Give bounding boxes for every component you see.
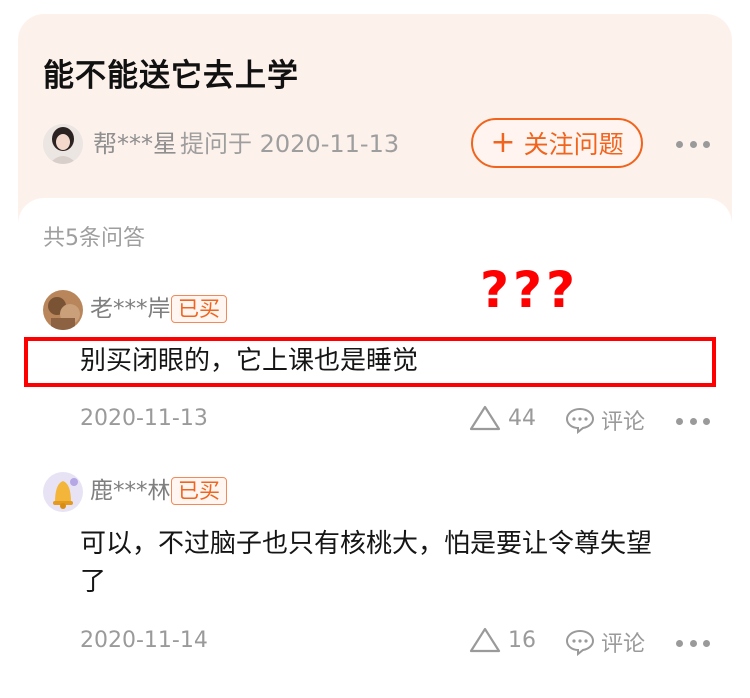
asker-avatar[interactable]: [43, 124, 83, 164]
more-dots-icon[interactable]: [676, 139, 710, 149]
like-count: 16: [508, 627, 536, 653]
answer-text-line-2: 了: [80, 567, 107, 597]
like-button[interactable]: 16: [468, 626, 536, 654]
highlight-box-annotation: [24, 337, 716, 387]
comment-button[interactable]: 评论: [565, 404, 645, 436]
answer-avatar[interactable]: [43, 472, 83, 512]
follow-question-button[interactable]: + 关注问题: [471, 118, 643, 168]
bought-badge: 已买: [171, 477, 227, 505]
triangle-like-icon: [469, 627, 501, 653]
comment-label: 评论: [601, 632, 646, 657]
answer-avatar[interactable]: [43, 290, 83, 330]
bought-badge: 已买: [171, 295, 227, 323]
more-dots-icon[interactable]: [676, 416, 710, 426]
answer-username[interactable]: 老***岸: [90, 293, 171, 325]
answer-username[interactable]: 鹿***林: [90, 475, 171, 507]
triangle-like-icon: [469, 405, 501, 431]
plus-icon: +: [490, 125, 516, 160]
answer-date: 2020-11-13: [80, 406, 208, 431]
comment-bubble-icon: [565, 407, 595, 434]
comment-label: 评论: [601, 410, 646, 435]
asker-name[interactable]: 帮***星: [93, 127, 177, 161]
answer-text-line-1: 可以，不过脑子也只有核桃大，怕是要让令尊失望: [80, 529, 653, 559]
like-count: 44: [508, 405, 536, 431]
answers-card: 共5条问答 老***岸 已买 别买闭眼的，它上课也是睡觉 2020-11-13 …: [18, 198, 732, 698]
answer-date: 2020-11-14: [80, 628, 208, 653]
like-button[interactable]: 44: [468, 404, 536, 432]
question-marks-annotation: ???: [480, 261, 580, 319]
more-dots-icon[interactable]: [676, 638, 710, 648]
answer-count-label: 共5条问答: [43, 226, 145, 251]
asker-meta: 提问于 2020-11-13: [180, 130, 400, 158]
comment-bubble-icon: [565, 629, 595, 656]
comment-button[interactable]: 评论: [565, 626, 645, 658]
follow-label: 关注问题: [523, 130, 624, 159]
question-title: 能不能送它去上学: [43, 58, 299, 94]
